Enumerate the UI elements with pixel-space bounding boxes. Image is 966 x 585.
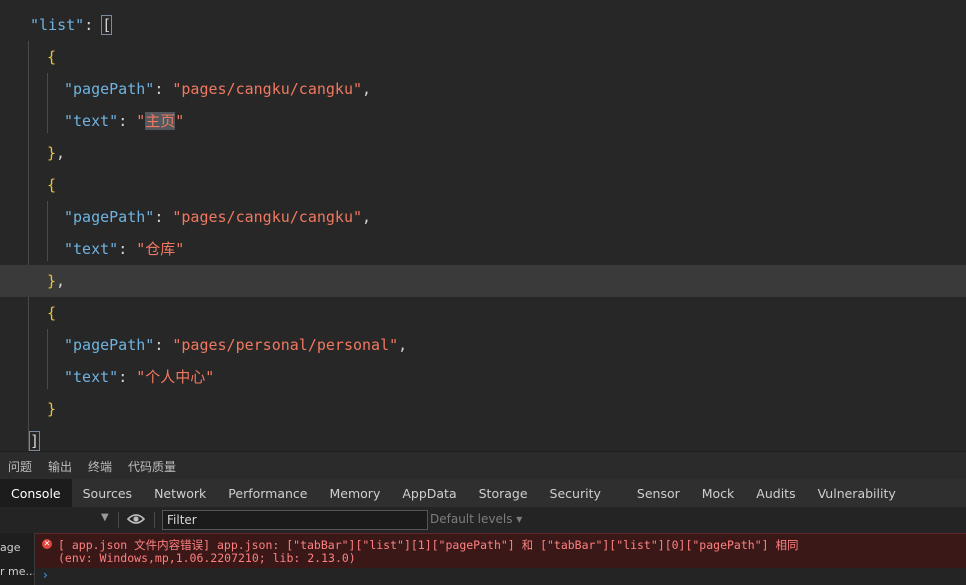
string-value: "仓库" xyxy=(136,240,185,258)
tab-problems[interactable]: 问题 xyxy=(0,458,40,475)
tab-console[interactable]: Console xyxy=(0,479,72,507)
prompt-chevron-icon: › xyxy=(43,568,48,582)
code-line[interactable]: "text": "主页" xyxy=(0,105,966,137)
selected-text: 主页 xyxy=(145,112,176,130)
code-line-content: { xyxy=(47,297,56,329)
string-value: "pages/cangku/cangku" xyxy=(172,208,363,226)
punctuation: : xyxy=(118,368,137,386)
code-line[interactable]: { xyxy=(0,297,966,329)
tab-mock[interactable]: Mock xyxy=(691,479,746,507)
bracket: [ xyxy=(101,15,113,35)
devtools-tabbar: Console Sources Network Performance Memo… xyxy=(0,479,966,508)
string-value: " xyxy=(175,112,185,130)
json-key: "pagePath" xyxy=(64,208,155,226)
punctuation: , xyxy=(362,80,372,98)
brace: } xyxy=(47,400,57,418)
brace: } xyxy=(47,144,57,162)
code-line-content: "list": [ xyxy=(30,9,113,41)
tab-sensor[interactable]: Sensor xyxy=(626,479,691,507)
punctuation: , xyxy=(398,336,408,354)
tab-sources[interactable]: Sources xyxy=(72,479,143,507)
code-line[interactable]: ] xyxy=(0,425,966,451)
code-line-content: "pagePath": "pages/cangku/cangku", xyxy=(64,201,371,233)
json-key: "pagePath" xyxy=(64,80,155,98)
error-message: ✕ [ app.json 文件内容错误] app.json: ["tabBar"… xyxy=(35,533,966,569)
json-key: "pagePath" xyxy=(64,336,155,354)
console-prompt[interactable]: › xyxy=(35,568,966,585)
tab-code-quality[interactable]: 代码质量 xyxy=(120,458,184,475)
sidebar-item[interactable]: age xyxy=(0,541,21,554)
code-line[interactable]: }, xyxy=(0,265,966,297)
code-line[interactable]: "list": [ xyxy=(0,9,966,41)
string-value: " xyxy=(136,112,146,130)
code-line-content: "text": "主页" xyxy=(64,105,184,137)
string-value: "pages/personal/personal" xyxy=(172,336,399,354)
code-line[interactable]: "pagePath": "pages/personal/personal", xyxy=(0,329,966,361)
code-line-content: ] xyxy=(28,425,41,451)
filter-input[interactable] xyxy=(162,510,428,530)
eye-icon[interactable] xyxy=(126,512,146,529)
tab-storage[interactable]: Storage xyxy=(468,479,539,507)
tab-vulnerability[interactable]: Vulnerability xyxy=(807,479,907,507)
code-line-content: }, xyxy=(47,265,65,297)
sidebar-item[interactable]: r me... xyxy=(0,565,34,578)
code-line[interactable]: "text": "仓库" xyxy=(0,233,966,265)
tab-output[interactable]: 输出 xyxy=(40,458,80,475)
tab-memory[interactable]: Memory xyxy=(319,479,392,507)
json-key: "list" xyxy=(30,16,85,34)
json-key: "text" xyxy=(64,368,119,386)
punctuation: , xyxy=(362,208,372,226)
json-key: "text" xyxy=(64,112,119,130)
code-line[interactable]: "pagePath": "pages/cangku/cangku", xyxy=(0,73,966,105)
string-value: "个人中心" xyxy=(136,368,215,386)
code-line[interactable]: "text": "个人中心" xyxy=(0,361,966,393)
code-line[interactable]: } xyxy=(0,393,966,425)
json-key: "text" xyxy=(64,240,119,258)
log-levels-dropdown[interactable]: Default levels ▾ xyxy=(430,512,522,526)
code-line-content: { xyxy=(47,41,56,73)
panel-tabs: 问题 输出 终端 代码质量 xyxy=(0,451,966,480)
punctuation: : xyxy=(118,112,137,130)
punctuation: : xyxy=(154,208,173,226)
tab-terminal[interactable]: 终端 xyxy=(80,458,120,475)
code-editor[interactable]: "list": [ { "pagePath": "pages/cangku/cang… xyxy=(0,0,966,451)
tab-performance[interactable]: Performance xyxy=(217,479,318,507)
brace: { xyxy=(47,304,57,322)
code-line[interactable]: { xyxy=(0,169,966,201)
string-value: "pages/cangku/cangku" xyxy=(172,80,363,98)
code-line-content: }, xyxy=(47,137,65,169)
code-line-content: "pagePath": "pages/personal/personal", xyxy=(64,329,407,361)
code-line[interactable]: "pagePath": "pages/cangku/cangku", xyxy=(0,201,966,233)
context-dropdown-icon[interactable]: ▼ xyxy=(101,512,109,523)
error-icon: ✕ xyxy=(42,539,52,549)
console-toolbar: ▼ Default levels ▾ xyxy=(0,507,966,533)
code-line-content: } xyxy=(47,393,56,425)
console-output: age r me... ✕ [ app.json 文件内容错误] app.jso… xyxy=(0,533,966,585)
tab-security[interactable]: Security xyxy=(539,479,612,507)
tab-appdata[interactable]: AppData xyxy=(391,479,467,507)
clipped-previous-line xyxy=(0,0,966,4)
brace: } xyxy=(47,272,57,290)
code-line-content: "pagePath": "pages/cangku/cangku", xyxy=(64,73,371,105)
code-line-content: "text": "仓库" xyxy=(64,233,184,265)
tab-network[interactable]: Network xyxy=(143,479,217,507)
brace: { xyxy=(47,48,57,66)
code-line-content: { xyxy=(47,169,56,201)
code-line-content: "text": "个人中心" xyxy=(64,361,214,393)
toolbar-divider xyxy=(118,512,119,528)
code-line[interactable]: }, xyxy=(0,137,966,169)
brace: { xyxy=(47,176,57,194)
punctuation: : xyxy=(154,336,173,354)
tab-audits[interactable]: Audits xyxy=(745,479,806,507)
punctuation: : xyxy=(118,240,137,258)
punctuation: , xyxy=(56,144,66,162)
bracket: ] xyxy=(28,431,41,451)
error-env-text: (env: Windows,mp,1.06.2207210; lib: 2.13… xyxy=(58,551,356,565)
punctuation: : xyxy=(154,80,173,98)
toolbar-divider xyxy=(154,512,155,528)
punctuation: : xyxy=(84,16,103,34)
code-line[interactable]: { xyxy=(0,41,966,73)
punctuation: , xyxy=(56,272,66,290)
console-sidebar: age r me... xyxy=(0,533,35,585)
